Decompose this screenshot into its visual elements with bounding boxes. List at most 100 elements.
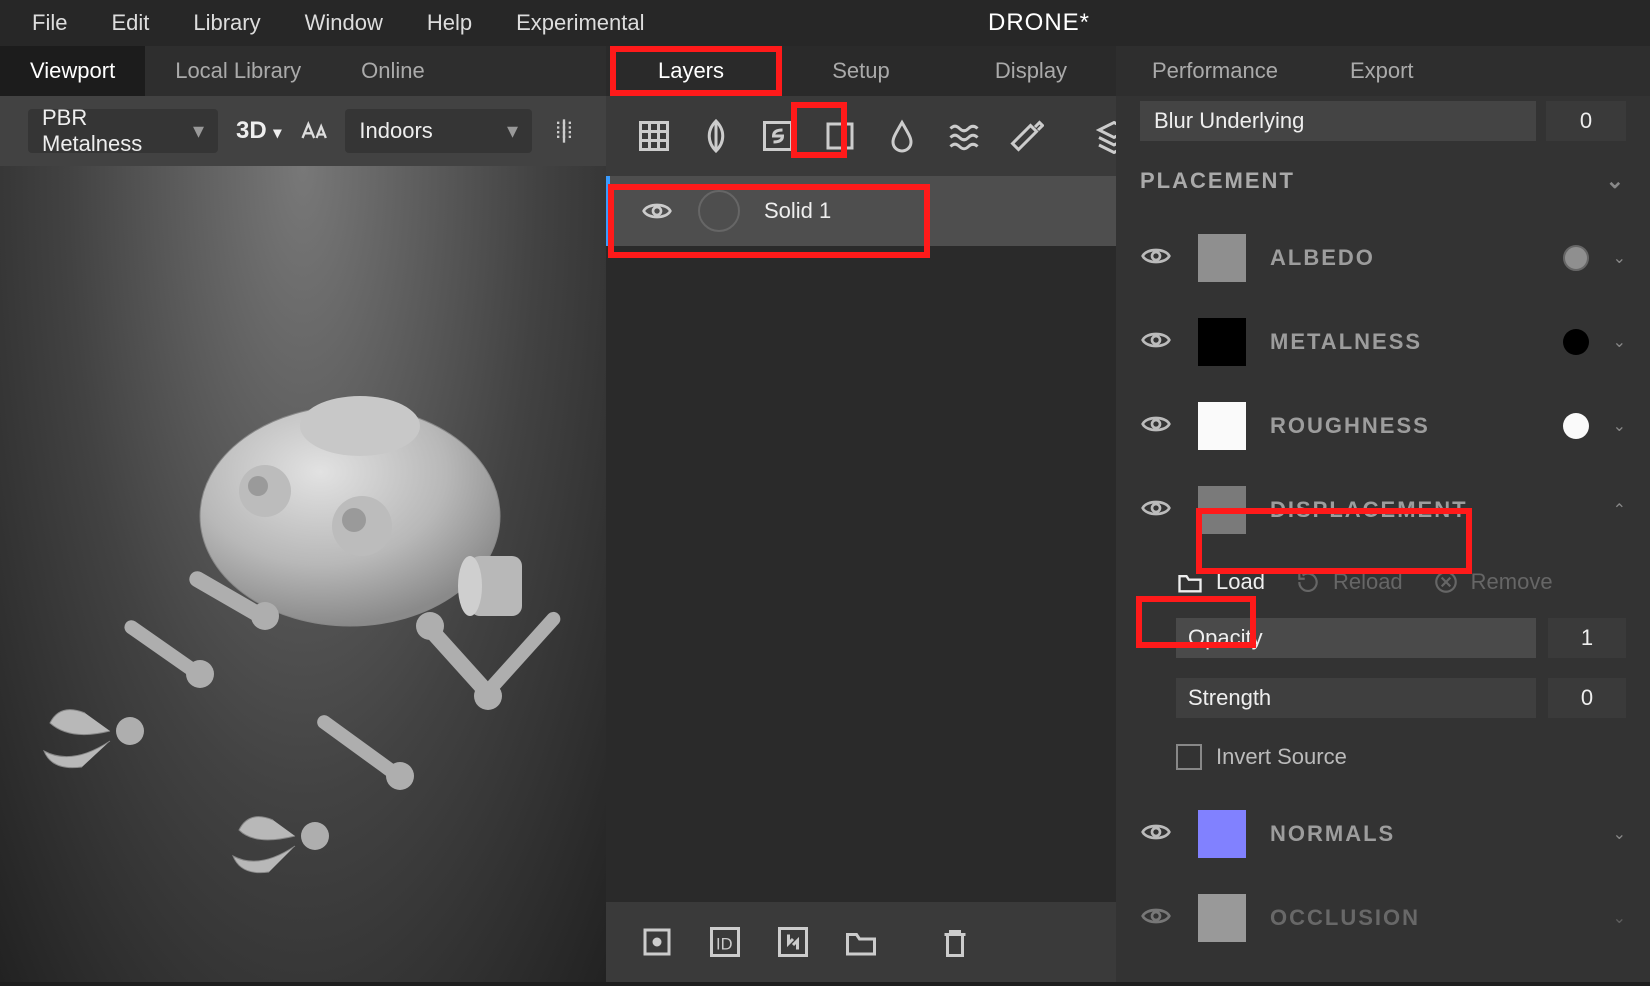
layer-row[interactable]: Solid 1 <box>606 176 1116 246</box>
tab-export[interactable]: Export <box>1314 46 1450 96</box>
right-panel: Performance Export Blur Underlying 0 PLA… <box>1116 46 1650 982</box>
tab-viewport[interactable]: Viewport <box>0 46 145 96</box>
menu-edit[interactable]: Edit <box>89 10 171 36</box>
blur-underlying-value[interactable]: 0 <box>1546 101 1626 141</box>
normals-swatch[interactable] <box>1198 810 1246 858</box>
opacity-label: Opacity <box>1176 618 1536 658</box>
reload-label: Reload <box>1333 569 1403 595</box>
trash-icon[interactable] <box>934 921 976 963</box>
channel-roughness[interactable]: ROUGHNESS ⌄ <box>1116 384 1650 468</box>
eye-icon[interactable] <box>1140 492 1174 529</box>
viewport-3d[interactable] <box>0 166 606 982</box>
eye-icon[interactable] <box>1140 816 1174 853</box>
roughness-label: ROUGHNESS <box>1270 413 1539 439</box>
layer-bottom-toolbar: ID <box>606 902 1116 982</box>
channel-normals[interactable]: NORMALS ⌄ <box>1116 792 1650 876</box>
roughness-swatch[interactable] <box>1198 402 1246 450</box>
shading-mode-select[interactable]: PBR Metalness ▾ <box>28 109 218 153</box>
occlusion-label: OCCLUSION <box>1270 905 1589 931</box>
grid-icon[interactable] <box>636 115 672 157</box>
drop-icon[interactable] <box>884 115 920 157</box>
s-box-icon[interactable] <box>760 115 796 157</box>
menu-window[interactable]: Window <box>283 10 405 36</box>
environment-select[interactable]: Indoors ▾ <box>345 109 532 153</box>
reload-icon <box>1295 569 1321 595</box>
shading-mode-label: PBR Metalness <box>42 105 181 157</box>
displacement-swatch[interactable] <box>1198 486 1246 534</box>
displacement-label: DISPLACEMENT <box>1270 497 1589 523</box>
eye-icon[interactable] <box>640 194 674 228</box>
eye-icon[interactable] <box>1140 408 1174 445</box>
blur-underlying-label: Blur Underlying <box>1140 101 1536 141</box>
swap-icon[interactable] <box>772 921 814 963</box>
square-dot-icon[interactable] <box>636 921 678 963</box>
square-icon[interactable] <box>822 115 858 157</box>
divider-tool-icon[interactable] <box>550 117 578 145</box>
albedo-label: ALBEDO <box>1270 245 1539 271</box>
albedo-dot[interactable] <box>1563 245 1589 271</box>
displacement-remove-button[interactable]: Remove <box>1433 569 1553 595</box>
opacity-value[interactable]: 1 <box>1548 618 1626 658</box>
environment-label: Indoors <box>359 118 432 144</box>
right-scroll[interactable]: Blur Underlying 0 PLACEMENT ⌄ ALBEDO ⌄ M <box>1116 96 1650 982</box>
folder-icon[interactable] <box>840 921 882 963</box>
tab-local-library[interactable]: Local Library <box>145 46 331 96</box>
right-tabbar: Performance Export <box>1116 46 1650 96</box>
layer-name[interactable]: Solid 1 <box>764 198 831 224</box>
id-icon[interactable]: ID <box>704 921 746 963</box>
menu-experimental[interactable]: Experimental <box>494 10 666 36</box>
metalness-dot[interactable] <box>1563 329 1589 355</box>
chevron-down-icon: ▾ <box>193 118 204 144</box>
eye-icon[interactable] <box>1140 324 1174 361</box>
layer-swatch <box>698 190 740 232</box>
brush-icon[interactable] <box>1008 115 1044 157</box>
invert-source-checkbox[interactable] <box>1176 744 1202 770</box>
eye-icon[interactable] <box>1140 900 1174 937</box>
menu-file[interactable]: File <box>10 10 89 36</box>
view-mode-label: 3D <box>236 117 267 144</box>
chevron-down-icon[interactable]: ⌄ <box>1613 824 1626 844</box>
channel-albedo[interactable]: ALBEDO ⌄ <box>1116 216 1650 300</box>
load-label: Load <box>1216 569 1265 595</box>
strength-value[interactable]: 0 <box>1548 678 1626 718</box>
tab-online[interactable]: Online <box>331 46 455 96</box>
displacement-reload-button[interactable]: Reload <box>1295 569 1403 595</box>
chevron-up-icon[interactable]: ⌃ <box>1613 500 1626 520</box>
eye-icon[interactable] <box>1140 240 1174 277</box>
layer-type-toolbar <box>606 96 1116 176</box>
invert-source-row[interactable]: Invert Source <box>1176 732 1626 782</box>
chevron-down-icon[interactable]: ⌄ <box>1613 416 1626 436</box>
layer-list: Solid 1 <box>606 176 1116 902</box>
menubar: File Edit Library Window Help Experiment… <box>0 0 1650 46</box>
chevron-down-icon[interactable]: ⌄ <box>1613 908 1626 928</box>
occlusion-swatch[interactable] <box>1198 894 1246 942</box>
menu-library[interactable]: Library <box>171 10 282 36</box>
view-mode-toggle[interactable]: 3D ▾ <box>236 117 281 145</box>
tab-display-mid[interactable]: Display <box>946 46 1116 96</box>
invert-source-label: Invert Source <box>1216 744 1347 770</box>
aa-icon[interactable] <box>299 117 327 145</box>
chevron-down-icon[interactable]: ⌄ <box>1613 332 1626 352</box>
tab-layers[interactable]: Layers <box>606 46 776 96</box>
albedo-swatch[interactable] <box>1198 234 1246 282</box>
displacement-panel: Load Reload Remove Opacity 1 <box>1116 552 1650 792</box>
strength-row: Strength 0 <box>1176 672 1626 724</box>
leaf-icon[interactable] <box>698 115 734 157</box>
channel-occlusion[interactable]: OCCLUSION ⌄ <box>1116 876 1650 960</box>
menu-help[interactable]: Help <box>405 10 494 36</box>
placement-header[interactable]: PLACEMENT ⌄ <box>1116 146 1650 216</box>
chevron-down-icon: ▾ <box>507 118 518 144</box>
channel-metalness[interactable]: METALNESS ⌄ <box>1116 300 1650 384</box>
metalness-label: METALNESS <box>1270 329 1539 355</box>
left-tabbar: Viewport Local Library Online <box>0 46 606 96</box>
tab-performance[interactable]: Performance <box>1116 46 1314 96</box>
blur-underlying-row: Blur Underlying 0 <box>1116 96 1650 146</box>
displacement-load-button[interactable]: Load <box>1176 568 1265 596</box>
tab-setup[interactable]: Setup <box>776 46 946 96</box>
waves-icon[interactable] <box>946 115 982 157</box>
metalness-swatch[interactable] <box>1198 318 1246 366</box>
roughness-dot[interactable] <box>1563 413 1589 439</box>
svg-text:ID: ID <box>716 936 733 954</box>
channel-displacement[interactable]: DISPLACEMENT ⌃ <box>1116 468 1650 552</box>
chevron-down-icon[interactable]: ⌄ <box>1613 248 1626 268</box>
